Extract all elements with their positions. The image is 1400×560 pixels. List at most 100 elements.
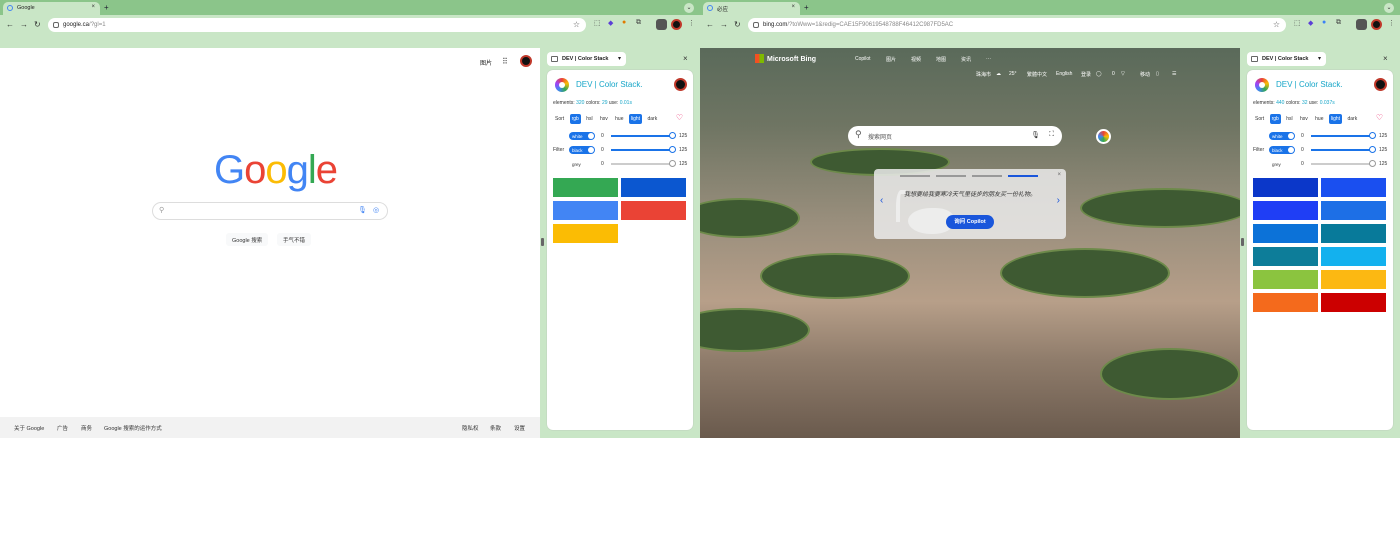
nav-more[interactable]: ··· — [986, 56, 991, 62]
sort-rgb[interactable]: rgb — [569, 114, 581, 124]
bookmark-star-icon[interactable]: ☆ — [1273, 20, 1280, 29]
sort-hsv[interactable]: hsv — [1298, 114, 1310, 124]
color-swatch[interactable] — [621, 201, 686, 220]
forward-icon[interactable]: → — [20, 20, 28, 29]
visual-search-icon[interactable]: ⛶ — [1049, 131, 1054, 139]
close-panel-icon[interactable]: × — [1383, 54, 1388, 63]
nav-copilot[interactable]: Copilot — [855, 56, 871, 62]
color-swatch[interactable] — [1253, 201, 1318, 220]
apps-grid-icon[interactable]: ⠿ — [502, 57, 508, 66]
chevron-right-icon[interactable]: › — [1057, 195, 1060, 206]
feeling-lucky-button[interactable]: 手气不错 — [277, 233, 312, 246]
phone-icon[interactable]: ▯ — [1156, 71, 1159, 77]
white-toggle[interactable]: white — [1269, 132, 1295, 140]
footer-about-link[interactable]: 关于 Google — [14, 424, 44, 432]
sort-hsv[interactable]: hsv — [598, 114, 610, 124]
puzzle-icon[interactable]: ⧉ — [636, 19, 641, 27]
grey-slider[interactable] — [611, 163, 673, 165]
color-swatch[interactable] — [553, 224, 618, 243]
carousel-dot-active[interactable] — [1008, 175, 1038, 177]
footer-business-link[interactable]: 商务 — [81, 424, 92, 432]
user-icon[interactable]: ◯ — [1096, 71, 1102, 77]
side-panel-icon[interactable] — [656, 19, 667, 30]
color-swatch[interactable] — [1253, 247, 1318, 266]
back-icon[interactable]: ← — [706, 20, 714, 29]
copilot-icon[interactable] — [1096, 129, 1111, 144]
sort-dark[interactable]: dark — [1345, 114, 1359, 124]
avatar[interactable] — [520, 55, 532, 67]
side-panel-header[interactable]: DEV | Color Stack ▾ — [1247, 52, 1326, 66]
footer-privacy-link[interactable]: 隐私权 — [462, 424, 479, 432]
slider-knob[interactable] — [669, 146, 676, 153]
color-swatch[interactable] — [1253, 178, 1318, 197]
white-slider[interactable] — [1311, 135, 1373, 137]
microphone-icon[interactable]: 🎙 — [1031, 131, 1040, 139]
carousel-dot[interactable] — [900, 175, 930, 177]
tab-google[interactable]: Google × — [3, 2, 100, 15]
bing-logo[interactable]: Microsoft Bing — [755, 54, 816, 63]
close-icon[interactable]: × — [91, 4, 95, 10]
profile-avatar[interactable] — [1371, 19, 1382, 30]
carousel-dot[interactable] — [936, 175, 966, 177]
sort-light[interactable]: light — [1328, 114, 1343, 124]
sort-dark[interactable]: dark — [645, 114, 659, 124]
search-input[interactable]: ⚲ 搜索网页 🎙 ⛶ — [848, 126, 1062, 146]
site-info-icon[interactable] — [53, 22, 59, 28]
heart-icon[interactable]: ♡ — [1376, 113, 1383, 122]
footer-settings-link[interactable]: 设置 — [514, 424, 525, 432]
color-swatch[interactable] — [1321, 293, 1386, 312]
lang-traditional-link[interactable]: 繁體中文 — [1027, 71, 1047, 78]
sort-light[interactable]: light — [628, 114, 643, 124]
white-toggle[interactable]: white — [569, 132, 595, 140]
color-swatch[interactable] — [1253, 293, 1318, 312]
rewards-icon[interactable]: ▽ — [1121, 71, 1125, 77]
close-icon[interactable]: × — [1057, 172, 1061, 178]
nav-news[interactable]: 资讯 — [961, 56, 971, 63]
color-swatch[interactable] — [1253, 224, 1318, 243]
login-link[interactable]: 登录 — [1081, 71, 1091, 78]
tab-bing[interactable]: 必应 × — [703, 2, 800, 15]
panel-resize-handle[interactable] — [1241, 238, 1244, 246]
nav-maps[interactable]: 地图 — [936, 56, 946, 63]
new-tab-icon[interactable]: + — [104, 3, 109, 12]
side-panel-header[interactable]: DEV | Color Stack ▾ — [547, 52, 626, 66]
images-link[interactable]: 图片 — [480, 58, 492, 67]
nav-videos[interactable]: 视频 — [911, 56, 921, 63]
sort-hsl[interactable]: hsl — [1284, 114, 1294, 124]
close-panel-icon[interactable]: × — [683, 54, 688, 63]
footer-ads-link[interactable]: 广告 — [57, 424, 68, 432]
ask-copilot-button[interactable]: 询问 Copilot — [946, 215, 994, 229]
mobile-link[interactable]: 移动 — [1140, 71, 1150, 78]
hamburger-icon[interactable]: ☰ — [1172, 71, 1176, 77]
extension-icon[interactable]: ⬚ — [594, 19, 601, 27]
color-swatch[interactable] — [1321, 247, 1386, 266]
extension-icon[interactable]: ⬚ — [1294, 19, 1301, 27]
reload-icon[interactable]: ↻ — [734, 20, 741, 29]
address-bar[interactable]: google.ca/?gl=1 ☆ — [48, 18, 586, 32]
black-slider[interactable] — [1311, 149, 1373, 151]
back-icon[interactable]: ← — [6, 20, 14, 29]
microphone-icon[interactable]: 🎙 — [358, 206, 367, 214]
white-slider[interactable] — [611, 135, 673, 137]
black-toggle[interactable]: black — [569, 146, 595, 154]
menu-icon[interactable]: ⋮ — [1388, 19, 1395, 27]
color-swatch[interactable] — [553, 178, 618, 197]
footer-terms-link[interactable]: 条款 — [490, 424, 501, 432]
extension-purple-icon[interactable]: ◆ — [1308, 19, 1313, 27]
grey-slider[interactable] — [1311, 163, 1373, 165]
camera-lens-icon[interactable]: ◎ — [373, 206, 379, 214]
black-toggle[interactable]: black — [1269, 146, 1295, 154]
color-swatch[interactable] — [1321, 224, 1386, 243]
sort-hue[interactable]: hue — [1313, 114, 1325, 124]
avatar[interactable] — [674, 78, 687, 91]
profile-avatar[interactable] — [671, 19, 682, 30]
lang-english-link[interactable]: English — [1056, 71, 1072, 77]
color-swatch[interactable] — [621, 178, 686, 197]
google-search-button[interactable]: Google 搜索 — [226, 233, 269, 246]
chevron-down-icon[interactable]: ⌄ — [684, 3, 694, 13]
heart-icon[interactable]: ♡ — [676, 113, 683, 122]
grey-toggle[interactable]: grey — [1269, 160, 1295, 168]
address-bar[interactable]: bing.com/?toWww=1&redig=CAE15F9061954878… — [748, 18, 1286, 32]
extension-orange-icon[interactable]: ● — [622, 19, 626, 26]
slider-knob[interactable] — [1369, 132, 1376, 139]
